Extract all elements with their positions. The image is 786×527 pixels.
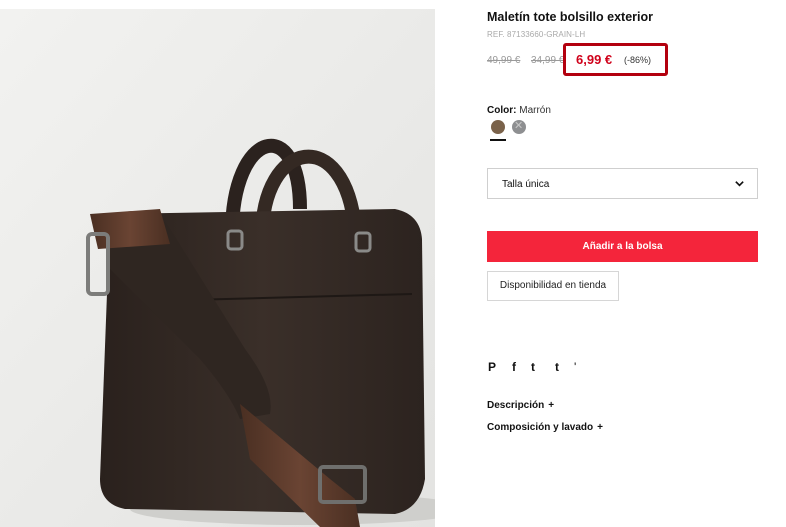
color-label-row: Color: Marrón [487,105,551,116]
plus-icon: + [597,422,603,433]
bag-illustration [0,9,435,527]
composition-label: Composición y lavado [487,422,594,433]
pinterest-icon[interactable]: P [488,360,496,374]
store-availability-button[interactable]: Disponibilidad en tienda [487,271,619,301]
composition-accordion[interactable]: Composición y lavado + [487,422,603,433]
more-share-icon[interactable]: ' [574,360,576,374]
selected-swatch-indicator [490,139,506,141]
color-swatch-brown[interactable] [491,120,505,134]
original-price: 49,99 € [487,55,521,66]
description-accordion[interactable]: Descripción + [487,400,554,411]
twitter-icon[interactable]: t [531,360,535,374]
add-to-bag-button[interactable]: Añadir a la bolsa [487,231,758,262]
current-price-highlight: 6,99 € (-86%) [563,43,668,76]
current-price: 6,99 € [576,52,613,67]
tumblr-icon[interactable]: t [555,360,559,374]
product-image[interactable] [0,9,435,527]
color-swatch-grey-unavailable[interactable] [512,119,526,134]
previous-price: 34,99 € [531,55,565,66]
description-label: Descripción [487,400,545,411]
discount-badge: (-86%) [624,55,652,65]
facebook-icon[interactable]: f [512,360,516,374]
color-value: Marrón [519,105,551,116]
product-title: Maletín tote bolsillo exterior [487,10,653,24]
size-selected-value: Talla única [502,179,550,190]
size-select[interactable]: Talla única [487,168,758,199]
product-reference: REF. 87133660-GRAIN-LH [487,30,586,39]
chevron-down-icon [735,181,744,187]
color-label: Color: [487,105,517,116]
plus-icon: + [548,400,555,411]
product-info-panel: Maletín tote bolsillo exterior REF. 8713… [487,0,767,527]
